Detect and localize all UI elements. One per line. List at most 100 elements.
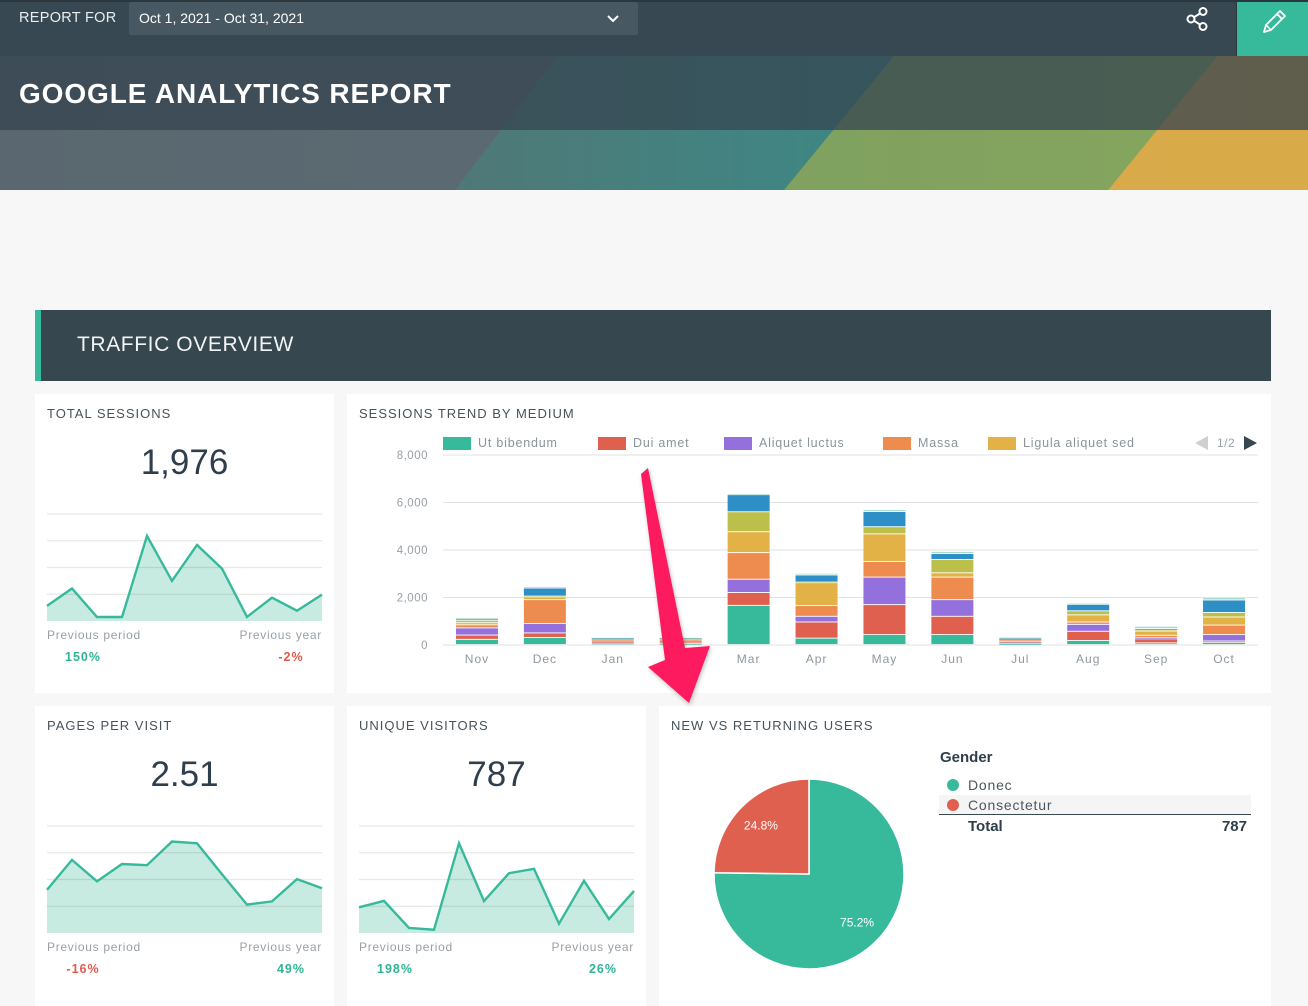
data-point[interactable] [194,840,200,846]
bar-segment[interactable] [455,619,498,621]
bar-segment[interactable] [931,600,974,616]
bar-segment[interactable] [727,605,770,645]
data-point[interactable] [531,866,537,872]
data-point[interactable] [94,614,100,620]
bar-segment[interactable] [727,493,770,495]
bar-segment[interactable] [999,641,1042,643]
bar-segment[interactable] [727,532,770,553]
data-point[interactable] [219,871,225,877]
bar-segment[interactable] [455,625,498,628]
bar-segment[interactable] [1135,631,1178,635]
bar-segment[interactable] [591,639,634,640]
data-point[interactable] [431,927,437,933]
data-point[interactable] [144,533,150,539]
bar-segment[interactable] [1203,612,1246,617]
bar-segment[interactable] [1135,639,1178,643]
data-point[interactable] [556,921,562,927]
bar-segment[interactable] [1203,635,1246,641]
bar-segment[interactable] [1067,603,1110,605]
share-button[interactable] [1184,6,1212,34]
data-point[interactable] [69,857,75,863]
bar-segment[interactable] [1135,629,1178,630]
bar-segment[interactable] [863,527,906,534]
bar-segment[interactable] [931,551,974,554]
bar-segment[interactable] [863,577,906,605]
bar-segment[interactable] [863,635,906,645]
bar-segment[interactable] [591,637,634,639]
bar-segment[interactable] [863,534,906,561]
data-point[interactable] [381,898,387,904]
data-point[interactable] [606,916,612,922]
bar-segment[interactable] [727,495,770,512]
bar-segment[interactable] [455,635,498,639]
bar-segment[interactable] [591,643,634,645]
data-point[interactable] [119,614,125,620]
bar-segment[interactable] [863,605,906,635]
legend-item[interactable]: Aliquet luctus [724,436,845,450]
bar-segment[interactable] [523,633,566,637]
bar-segment[interactable] [999,640,1042,641]
bar-segment[interactable] [591,641,634,643]
bar-segment[interactable] [523,637,566,645]
bar-segment[interactable] [931,573,974,577]
legend-next-page-icon[interactable] [1244,436,1257,450]
bar-segment[interactable] [999,638,1042,640]
bar-segment[interactable] [523,623,566,633]
bar-segment[interactable] [1203,642,1246,645]
bar-segment[interactable] [795,573,838,575]
bar-segment[interactable] [523,588,566,596]
data-point[interactable] [319,592,325,598]
bar-segment[interactable] [999,642,1042,644]
bar-segment[interactable] [931,577,974,600]
data-point[interactable] [194,542,200,548]
data-point[interactable] [244,902,250,908]
data-point[interactable] [406,925,412,931]
edit-button[interactable] [1236,2,1308,56]
bar-segment[interactable] [795,583,838,606]
bar-segment[interactable] [659,640,702,641]
bar-segment[interactable] [455,620,498,623]
data-point[interactable] [631,888,637,894]
legend-row-donec[interactable]: Donec [939,775,1251,795]
bar-segment[interactable] [455,618,498,619]
bar-segment[interactable] [931,554,974,560]
data-point[interactable] [44,603,50,609]
bar-segment[interactable] [523,597,566,600]
bar-segment[interactable] [455,623,498,625]
bar-segment[interactable] [523,587,566,588]
data-point[interactable] [456,840,462,846]
data-point[interactable] [294,876,300,882]
data-point[interactable] [269,595,275,601]
data-point[interactable] [119,861,125,867]
bar-segment[interactable] [1067,604,1110,611]
bar-segment[interactable] [523,600,566,623]
bar-segment[interactable] [659,639,702,640]
bar-segment[interactable] [795,606,838,616]
bar-segment[interactable] [1203,625,1246,635]
data-point[interactable] [294,608,300,614]
bar-segment[interactable] [1067,611,1110,615]
bar-segment[interactable] [795,638,838,645]
bar-segment[interactable] [863,512,906,527]
data-point[interactable] [144,862,150,868]
bar-segment[interactable] [931,559,974,573]
bar-segment[interactable] [727,553,770,579]
legend-row-consectetur[interactable]: Consectetur [939,795,1251,815]
bar-segment[interactable] [863,510,906,512]
bar-segment[interactable] [523,596,566,598]
bar-segment[interactable] [659,637,702,639]
bar-segment[interactable] [999,637,1042,639]
bar-segment[interactable] [1203,600,1246,613]
bar-segment[interactable] [1067,615,1110,622]
bar-segment[interactable] [591,640,634,641]
bar-segment[interactable] [727,592,770,605]
bar-segment[interactable] [1135,638,1178,640]
bar-segment[interactable] [931,616,974,635]
data-point[interactable] [169,839,175,845]
bar-segment[interactable] [1067,622,1110,624]
legend-prev-page-icon[interactable] [1195,436,1208,450]
bar-segment[interactable] [659,642,702,644]
date-range-select[interactable]: Oct 1, 2021 - Oct 31, 2021 [129,2,638,35]
data-point[interactable] [506,870,512,876]
bar-segment[interactable] [1135,635,1178,638]
